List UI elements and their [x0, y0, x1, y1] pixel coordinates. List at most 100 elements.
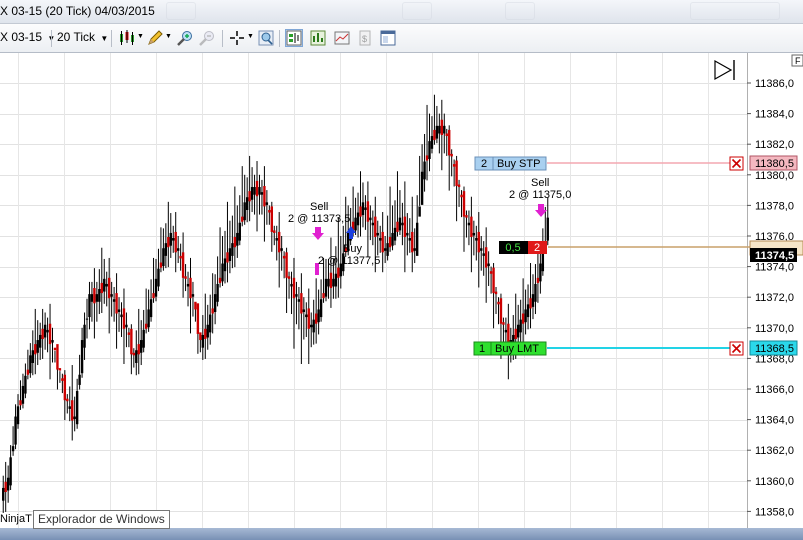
candle-body	[354, 217, 357, 231]
magnify-icon[interactable]	[257, 29, 275, 47]
buy-stop-order-label[interactable]: 2 Buy STP	[474, 156, 547, 171]
buy-stop-cancel-button[interactable]	[729, 156, 744, 171]
execution-1-side: Sell	[310, 201, 328, 213]
candle-body	[504, 329, 508, 333]
candle-body	[100, 282, 103, 294]
candle-body	[396, 221, 399, 232]
candle-body	[241, 216, 244, 222]
candle-body	[167, 237, 170, 248]
candle-body	[371, 222, 375, 226]
chart-trader-icon[interactable]	[285, 29, 303, 47]
toolbar-separator	[222, 30, 223, 47]
candle-body	[324, 278, 328, 297]
data-box-icon[interactable]: $	[356, 29, 374, 47]
candle-body	[462, 191, 466, 217]
buy-limit-cancel-button[interactable]	[729, 341, 744, 356]
f-label: F	[795, 56, 801, 66]
position-marker[interactable]: 0,5 2	[499, 241, 547, 254]
candle-body	[452, 164, 456, 167]
candle-body	[204, 328, 207, 340]
candle-body	[189, 277, 192, 299]
candle-body	[132, 352, 136, 356]
pencil-draw-icon[interactable]	[146, 29, 164, 47]
candle-body	[492, 267, 495, 294]
chevron-down-icon[interactable]: ▼	[137, 33, 144, 40]
chevron-down-icon[interactable]: ▼	[165, 33, 172, 40]
candle-body	[250, 187, 254, 200]
instrument-selector[interactable]: X 03-15 ▼	[0, 30, 55, 44]
candle-body	[302, 309, 306, 312]
candle-body	[322, 293, 325, 299]
toolbar-separator	[111, 30, 112, 47]
candle-body	[157, 268, 160, 287]
candle-body	[110, 294, 113, 297]
candle-body	[480, 248, 483, 251]
candle-body	[356, 212, 360, 226]
candle-body	[300, 293, 303, 314]
candle-body	[280, 248, 283, 251]
candle-body	[275, 238, 278, 241]
candle-body	[144, 323, 148, 329]
candle-body	[433, 129, 436, 141]
window-layout-icon[interactable]	[379, 29, 397, 47]
candle-body	[236, 232, 239, 246]
interval-selector[interactable]: 20 Tick ▼	[57, 30, 108, 44]
candle-body	[191, 294, 195, 297]
candle-body	[140, 340, 143, 353]
candle-body	[120, 314, 123, 318]
price-axis-label: 11370,0	[755, 323, 794, 335]
candle-body	[472, 232, 476, 236]
candle-body	[406, 232, 409, 236]
tooltip: Explorador de Windows	[33, 510, 170, 529]
candle-body	[332, 278, 335, 287]
zoom-out-icon[interactable]	[198, 29, 216, 47]
last-price: 11374,5	[755, 250, 794, 262]
candle-body	[376, 232, 379, 236]
candle-body	[88, 294, 91, 318]
candle-body	[63, 374, 67, 401]
chart-panel[interactable]: 11386,0 11384,0 11382,0 11380,0 11378,0 11376…	[0, 53, 803, 528]
candle-body	[61, 378, 64, 381]
candle-body	[75, 391, 79, 425]
buy-limit-order-label[interactable]: 1 Buy LMT	[473, 341, 547, 356]
candle-body	[487, 263, 490, 267]
candle-body	[9, 457, 12, 486]
candle-body	[263, 186, 266, 207]
candle-body	[383, 248, 387, 251]
candle-body	[218, 277, 222, 283]
price-chart[interactable]: 11386,011384,011382,011380,011378,011376…	[0, 53, 803, 528]
chevron-down-icon[interactable]: ▼	[247, 33, 254, 40]
taskbar-app-label[interactable]: NinjaT	[0, 513, 32, 525]
price-axis-label: 11378,0	[755, 200, 794, 212]
strategy-icon[interactable]	[309, 29, 327, 47]
zoom-in-icon[interactable]	[176, 29, 194, 47]
candle-body	[455, 160, 458, 187]
price-axis-label: 11372,0	[755, 292, 794, 304]
chart-toolbar: X 03-15 ▼ 20 Tick ▼ ▼ ▼ ▼ $	[0, 24, 803, 53]
candle-body	[184, 276, 187, 279]
candle-body	[122, 308, 126, 329]
candle-body	[4, 481, 7, 493]
candle-body	[253, 187, 256, 195]
candle-body	[499, 298, 503, 324]
candle-body	[502, 322, 505, 325]
chart-trader-toggle-button[interactable]	[714, 59, 735, 81]
buy-stop-price: 11380,5	[755, 158, 794, 170]
execution-3-side: Sell	[531, 177, 549, 189]
chart-properties-icon[interactable]	[333, 29, 351, 47]
candle-body	[312, 319, 315, 333]
crosshair-icon[interactable]	[228, 29, 246, 47]
window-title: X 03-15 (20 Tick) 04/03/2015	[0, 4, 155, 18]
svg-text:$: $	[362, 34, 367, 44]
candle-body	[223, 258, 227, 272]
candle-body	[6, 477, 10, 491]
candle-body	[448, 129, 451, 156]
price-axis-label: 11382,0	[755, 139, 794, 151]
candlestick-style-icon[interactable]	[118, 29, 136, 47]
candle-body	[181, 252, 185, 278]
candle-body	[292, 277, 296, 299]
candle-body	[248, 191, 251, 202]
candle-body	[435, 125, 439, 139]
candle-body	[534, 283, 537, 302]
candle-body	[103, 278, 106, 292]
